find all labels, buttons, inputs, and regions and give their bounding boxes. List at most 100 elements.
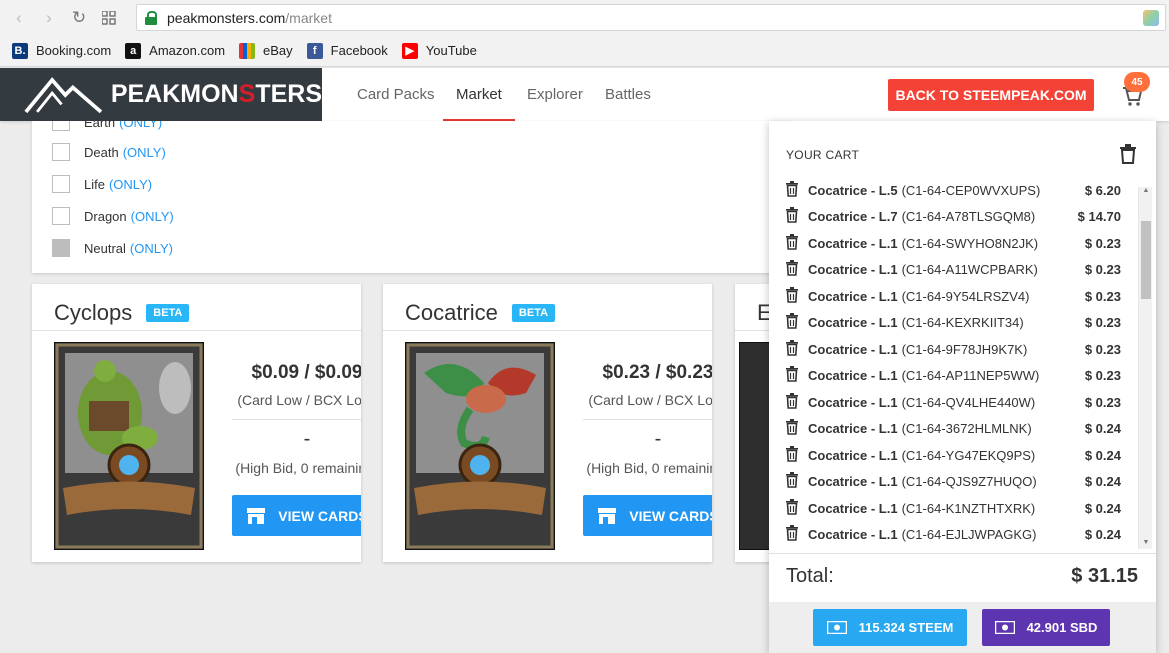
filter-checkbox[interactable] xyxy=(52,121,70,131)
cart-item-name: Cocatrice - L.1 xyxy=(808,421,898,436)
filter-neutral[interactable]: Neutral (ONLY) xyxy=(52,239,173,257)
price-caption: (Card Low / BCX Low) xyxy=(588,392,712,408)
nav-battles[interactable]: Battles xyxy=(605,68,651,121)
cart-item-code: (C1-64-CEP0WVXUPS) xyxy=(901,182,1041,198)
remove-item-trash-icon[interactable] xyxy=(785,233,799,253)
card-title[interactable]: Cyclops xyxy=(54,300,132,326)
cart-item-price: $ 0.23 xyxy=(1084,288,1121,304)
remove-item-trash-icon[interactable] xyxy=(785,260,799,279)
clear-cart-trash-icon[interactable] xyxy=(1119,144,1137,169)
pay-sbd-button[interactable]: 42.901 SBD xyxy=(982,609,1110,646)
back-arrow-icon[interactable]: ‹ xyxy=(4,3,34,33)
cart-item: Cocatrice - L.1 (C1-64-9Y54LRSZV4) $ 0.23 xyxy=(785,286,1135,306)
nav-card-packs[interactable]: Card Packs xyxy=(357,68,435,121)
bookmark-ebay[interactable]: eBay xyxy=(239,42,293,59)
filter-life[interactable]: Life (ONLY) xyxy=(52,175,152,193)
cart-item-name: Cocatrice - L.1 xyxy=(808,341,898,357)
divider xyxy=(232,419,361,420)
back-to-steempeak-button[interactable]: BACK TO STEEMPEAK.COM xyxy=(888,79,1094,111)
cart-item-code: (C1-64-9Y54LRSZV4) xyxy=(901,288,1030,304)
remove-item-trash-icon[interactable] xyxy=(785,207,799,226)
filter-only-link[interactable]: (ONLY) xyxy=(131,209,174,224)
remove-item-trash-icon[interactable] xyxy=(785,366,799,385)
cart-item-price: $ 0.24 xyxy=(1084,421,1121,436)
cart-item: Cocatrice - L.1 (C1-64-YG47EKQ9PS) $ 0.24 xyxy=(785,445,1135,465)
beta-badge: BETA xyxy=(146,304,190,322)
cart-item: Cocatrice - L.1 (C1-64-QJS9Z7HUQO) $ 0.24 xyxy=(785,472,1135,492)
bookmark-amazon[interactable]: a Amazon.com xyxy=(125,42,225,59)
price-low: $0.23 / $0.23 xyxy=(602,362,712,383)
cash-icon xyxy=(826,621,847,634)
remove-item-trash-icon[interactable] xyxy=(785,313,799,332)
cart-scrollbar[interactable]: ▲ ▼ xyxy=(1138,187,1152,549)
cart-item: Cocatrice - L.1 (C1-64-K1NZTHTXRK) $ 0.24 xyxy=(785,498,1135,518)
filter-only-link[interactable]: (ONLY) xyxy=(119,121,162,130)
filter-death[interactable]: Death (ONLY) xyxy=(52,143,166,161)
nav-explorer[interactable]: Explorer xyxy=(527,68,583,121)
divider xyxy=(32,330,361,331)
remove-item-trash-icon[interactable] xyxy=(785,498,799,518)
remove-item-trash-icon[interactable] xyxy=(785,392,799,412)
pay-sbd-label: 42.901 SBD xyxy=(1026,620,1098,635)
bookmark-youtube[interactable]: ▶ YouTube xyxy=(401,42,477,59)
cart-item-price: $ 0.24 xyxy=(1084,474,1121,489)
cart-item-code: (C1-64-KEXRKIIT34) xyxy=(901,315,1024,330)
remove-item-trash-icon[interactable] xyxy=(785,445,799,465)
filter-checkbox[interactable] xyxy=(52,143,70,161)
cart-item-name: Cocatrice - L.1 xyxy=(808,288,898,304)
remove-item-trash-icon[interactable] xyxy=(785,339,799,359)
scroll-down-icon[interactable]: ▼ xyxy=(1139,539,1153,549)
cart-item-code: (C1-64-QV4LHE440W) xyxy=(901,394,1036,410)
scroll-up-icon[interactable]: ▲ xyxy=(1139,187,1153,197)
card-title[interactable]: Cocatrice xyxy=(405,300,498,326)
pay-steem-button[interactable]: 115.324 STEEM xyxy=(813,609,967,646)
extension-icon[interactable] xyxy=(1143,10,1159,26)
remove-item-trash-icon[interactable] xyxy=(785,419,799,438)
price-caption: (Card Low / BCX Low) xyxy=(237,392,361,408)
bookmark-booking[interactable]: B. Booking.com xyxy=(12,42,111,59)
cyclops-card-art[interactable] xyxy=(54,342,204,550)
view-cards-button[interactable]: VIEW CARDS xyxy=(232,495,361,536)
peakmonsters-logo[interactable]: PEAKMONSTERS xyxy=(0,68,322,121)
filter-only-link[interactable]: (ONLY) xyxy=(123,145,166,160)
element-filter-panel: Earth (ONLY) Death (ONLY) Life (ONLY) Dragon (O… xyxy=(32,121,792,273)
remove-item-trash-icon[interactable] xyxy=(785,525,799,544)
divider xyxy=(383,330,712,331)
card-panel-cyclops: Cyclops BETA $0.09 / $0.09 (Card Low / BC… xyxy=(32,284,361,562)
remove-item-trash-icon[interactable] xyxy=(785,472,799,491)
cocatrice-card-art[interactable] xyxy=(405,342,555,550)
remove-item-trash-icon[interactable] xyxy=(785,286,799,306)
cart-item: Cocatrice - L.1 (C1-64-9F78JH9K7K) $ 0.23 xyxy=(785,339,1135,359)
reload-icon[interactable]: ↻ xyxy=(64,3,94,33)
remove-item-trash-icon[interactable] xyxy=(785,180,799,200)
bookmark-label: YouTube xyxy=(425,43,477,58)
price-low: $0.09 / $0.09 xyxy=(251,362,361,383)
amazon-icon: a xyxy=(125,42,142,59)
ebay-icon xyxy=(239,42,256,59)
filter-only-link[interactable]: (ONLY) xyxy=(109,177,152,192)
filter-checkbox[interactable] xyxy=(52,239,70,257)
cart-items-list[interactable]: Cocatrice - L.5 (C1-64-CEP0WVXUPS) $ 6.20 C… xyxy=(769,176,1139,548)
cart-item: Cocatrice - L.1 (C1-64-3672HLMLNK) $ 0.24 xyxy=(785,419,1135,439)
bookmark-facebook[interactable]: f Facebook xyxy=(306,42,388,59)
filter-only-link[interactable]: (ONLY) xyxy=(130,241,173,256)
view-cards-button[interactable]: VIEW CARDS xyxy=(583,495,712,536)
cart-item-price: $ 0.23 xyxy=(1084,235,1121,251)
scroll-thumb[interactable] xyxy=(1141,221,1151,299)
logo-text: PEAKMONSTERS xyxy=(110,80,322,108)
cart-item-code: (C1-64-K1NZTHTXRK) xyxy=(901,500,1036,516)
filter-dragon[interactable]: Dragon (ONLY) xyxy=(52,207,174,225)
filter-checkbox[interactable] xyxy=(52,175,70,193)
filter-earth[interactable]: Earth (ONLY) xyxy=(52,121,162,131)
cash-icon xyxy=(994,621,1015,634)
address-bar[interactable]: peakmonsters.com/market xyxy=(136,4,1166,31)
cart-item-name: Cocatrice - L.1 xyxy=(808,262,898,277)
filter-checkbox[interactable] xyxy=(52,207,70,225)
nav-market[interactable]: Market xyxy=(443,68,515,121)
high-bid: - xyxy=(654,428,662,450)
lock-icon xyxy=(145,10,157,25)
cart-item-code: (C1-64-9F78JH9K7K) xyxy=(901,341,1028,357)
forward-arrow-icon[interactable]: › xyxy=(34,3,64,33)
apps-grid-icon[interactable] xyxy=(94,3,124,33)
filter-label: Death xyxy=(84,144,119,160)
